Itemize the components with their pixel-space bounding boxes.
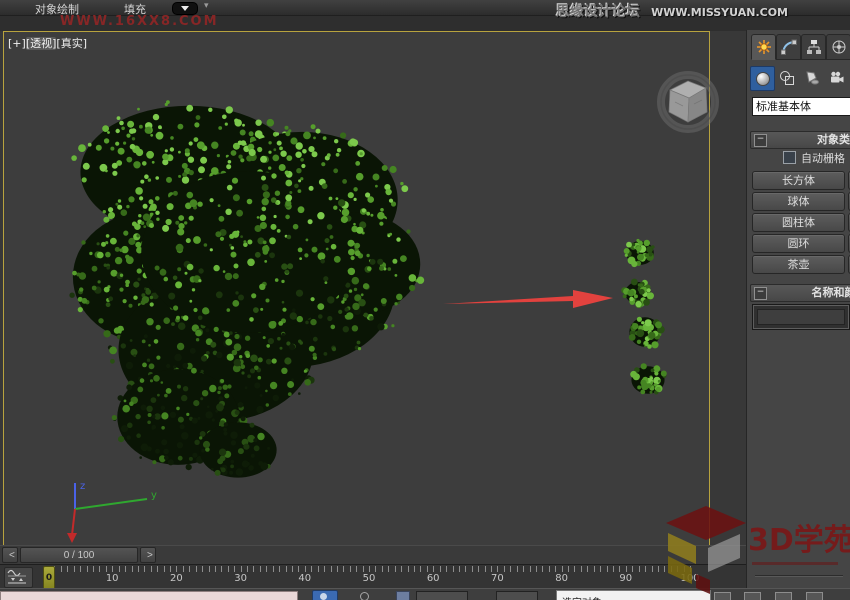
previous-frame-button[interactable]: < — [2, 547, 18, 563]
watermark-forum-url: WWW.MISSYUAN.COM — [651, 6, 788, 19]
viewport-general-menu[interactable]: [+] — [8, 37, 26, 50]
curve-editor-icon — [5, 568, 30, 585]
selection-lock-icon[interactable] — [360, 592, 369, 600]
timeline-tick-label: 80 — [555, 573, 568, 584]
watermark-missyuan: 思缘设计论坛 WWW.MISSYUAN.COM — [556, 1, 788, 21]
autogrid-label: 自动栅格 — [801, 152, 845, 165]
light-spotlight-icon — [804, 70, 820, 86]
primitive-box-button[interactable]: 长方体 — [752, 171, 845, 190]
timeline-tick-label: 40 — [298, 573, 311, 584]
primitive-cylinder-button[interactable]: 圆柱体 — [752, 213, 845, 232]
coordinate-field-x[interactable] — [416, 591, 468, 600]
axis-y-label: y — [151, 490, 157, 501]
dropdown-triangle-icon — [181, 6, 189, 11]
timeline-tick-label: 20 — [170, 573, 183, 584]
geometry-sphere-icon — [755, 71, 771, 87]
time-slider-value[interactable]: 0 / 100 — [20, 547, 138, 563]
viewport-label: [+][透视][真实] — [8, 35, 87, 51]
rollout-object-type-title: 对象类型 — [817, 133, 850, 146]
user-dot-icon — [320, 593, 327, 600]
annotation-arrow — [430, 285, 620, 315]
rollout-object-type[interactable]: − 对象类型 — [750, 131, 850, 149]
subtab-shapes[interactable] — [775, 66, 798, 89]
viewport-pov-menu[interactable]: [透视] — [26, 37, 57, 50]
isolate-selection-icon[interactable] — [312, 590, 338, 600]
watermark-forum-name: 思缘设计论坛 — [556, 4, 640, 20]
world-axis-gizmo: z y — [54, 475, 164, 547]
collapse-minus-icon[interactable]: − — [754, 287, 767, 300]
watermark-3d-logo: 3D学苑 — [648, 478, 850, 600]
watermark-logo-text: 3D学苑 — [748, 523, 850, 558]
object-name-value[interactable] — [757, 309, 845, 325]
subtab-geometry[interactable] — [750, 66, 775, 91]
tab-create[interactable] — [751, 34, 776, 60]
viewcube[interactable] — [650, 64, 726, 140]
hierarchy-icon — [806, 39, 822, 55]
timeline-tick-label: 50 — [363, 573, 376, 584]
subtab-cameras[interactable] — [825, 66, 848, 89]
maxscript-mini-listener[interactable] — [0, 591, 298, 600]
viewcube-cube[interactable] — [669, 81, 707, 122]
modify-curve-icon — [781, 39, 797, 55]
timeline-tick-label: 30 — [234, 573, 247, 584]
perspective-viewport[interactable]: [+][透视][真实] z y — [3, 31, 710, 546]
viewport-shading-menu[interactable]: [真实] — [56, 37, 87, 50]
autogrid-row: 自动栅格 — [783, 150, 845, 166]
axis-z-label: z — [80, 481, 85, 492]
track-bar[interactable]: 0102030405060708090100 0 — [0, 564, 746, 590]
foliage-objects — [4, 32, 708, 544]
autogrid-checkbox[interactable] — [783, 151, 796, 164]
axis-x-arrowhead — [67, 533, 77, 543]
timeline-tick-label: 70 — [491, 573, 504, 584]
object-name-field[interactable] — [752, 304, 850, 330]
tab-hierarchy[interactable] — [801, 34, 826, 60]
category-dropdown-value: 标准基本体 — [756, 100, 811, 113]
motion-wheel-icon — [831, 39, 847, 55]
3dsmax-window: 对象绘制 填充 ▾ 思缘设计论坛 WWW.MISSYUAN.COM WWW.16… — [0, 0, 850, 600]
subtab-lights[interactable] — [800, 66, 823, 89]
grid-icon[interactable] — [396, 591, 410, 600]
mini-curve-editor-button[interactable] — [4, 567, 33, 588]
shapes-icon — [779, 70, 795, 86]
category-dropdown[interactable]: 标准基本体 — [752, 97, 850, 116]
primitive-sphere-button[interactable]: 球体 — [752, 192, 845, 211]
rollout-name-color[interactable]: − 名称和颜色 — [750, 284, 850, 302]
camera-icon — [829, 70, 845, 86]
primitive-torus-button[interactable]: 圆环 — [752, 234, 845, 253]
time-slider-handle[interactable]: 0 — [43, 566, 55, 590]
timeline-tick-label: 60 — [427, 573, 440, 584]
next-frame-button[interactable]: > — [140, 547, 156, 563]
rollout-name-color-title: 名称和颜色 — [812, 286, 850, 299]
watermark-red-url: WWW.16XX8.COM — [60, 14, 219, 29]
coordinate-field-y[interactable] — [496, 591, 538, 600]
primitive-teapot-button[interactable]: 茶壶 — [752, 255, 845, 274]
tab-modify[interactable] — [776, 34, 801, 60]
menubar-caret-icon[interactable]: ▾ — [204, 1, 209, 11]
timeline-tick-label: 90 — [619, 573, 632, 584]
timeline-tick-label: 10 — [106, 573, 119, 584]
tab-motion[interactable] — [826, 34, 850, 60]
collapse-minus-icon[interactable]: − — [754, 134, 767, 147]
create-sun-icon — [756, 39, 772, 55]
